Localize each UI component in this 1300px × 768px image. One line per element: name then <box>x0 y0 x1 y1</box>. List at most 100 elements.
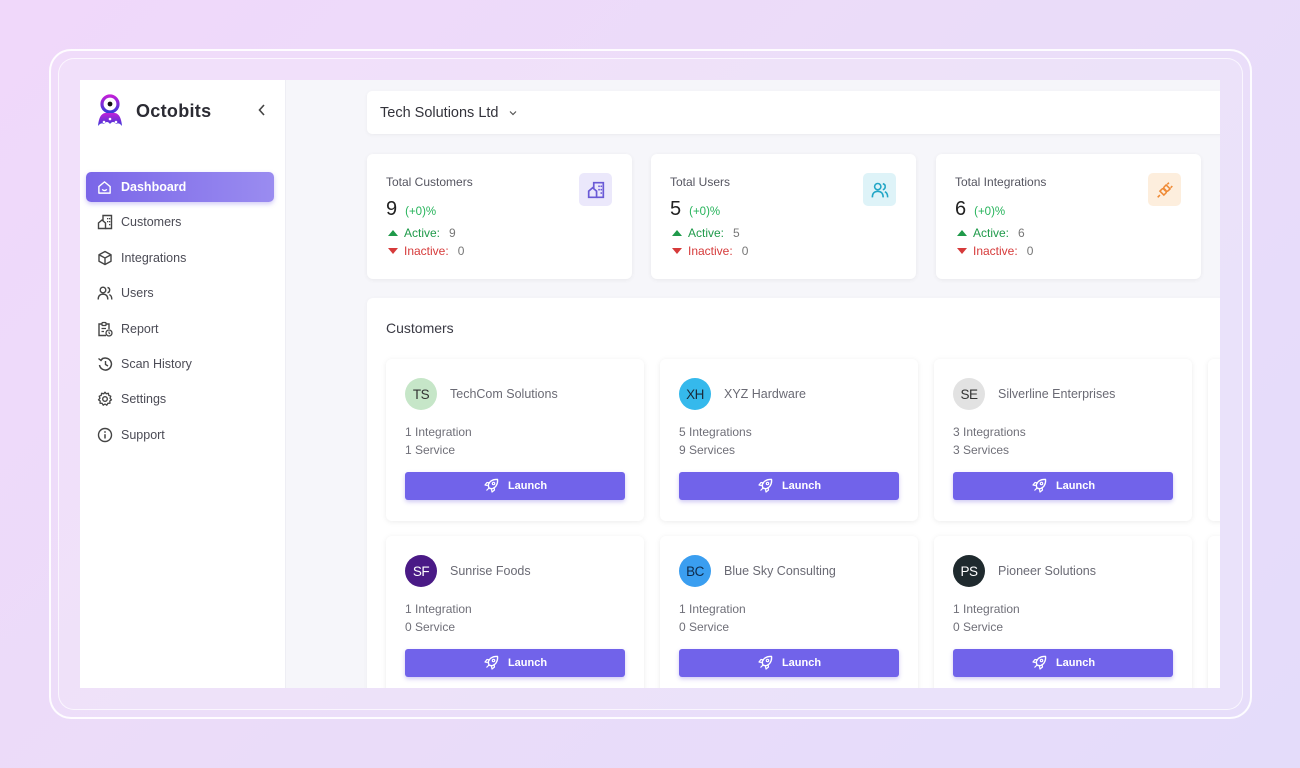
history-icon <box>96 355 113 372</box>
launch-label: Launch <box>507 657 548 669</box>
sidebar-item-scan-history[interactable]: Scan History <box>86 349 274 379</box>
launch-button[interactable]: Launch <box>953 472 1173 500</box>
home-icon <box>96 179 113 196</box>
sidebar-item-integrations[interactable]: Integrations <box>86 243 274 273</box>
service-count: 9 Services <box>679 443 736 457</box>
collapse-sidebar-button[interactable] <box>254 100 270 120</box>
active-label: Active: <box>404 226 441 240</box>
integration-count: 3 Integrations <box>953 425 1026 439</box>
triangle-down-icon <box>388 248 398 254</box>
inactive-label: Inactive: <box>973 244 1018 258</box>
inactive-count: 0 <box>457 244 465 258</box>
service-count: 0 Service <box>405 620 456 634</box>
integration-count: 1 Integration <box>405 602 472 616</box>
launch-label: Launch <box>1055 657 1096 669</box>
report-icon <box>96 320 113 337</box>
rocket-icon <box>484 478 499 493</box>
gear-icon <box>96 391 113 408</box>
launch-button[interactable]: Launch <box>953 649 1173 677</box>
organization-selector[interactable]: Tech Solutions Ltd <box>367 91 1220 134</box>
triangle-up-icon <box>388 230 398 236</box>
rocket-icon <box>484 655 499 670</box>
customer-card: SE Silverline Enterprises 3 Integrations 3 … <box>934 359 1192 521</box>
inactive-count: 0 <box>1026 244 1034 258</box>
launch-label: Launch <box>1055 480 1096 492</box>
active-label: Active: <box>688 226 725 240</box>
app-window: Octobits Dashboard Customers Integration… <box>80 80 1220 688</box>
stat-title: Total Customers <box>386 175 473 189</box>
sidebar-item-label: Users <box>121 286 154 301</box>
launch-button[interactable]: Launch <box>679 472 899 500</box>
users-icon <box>96 285 113 302</box>
launch-label: Launch <box>507 480 548 492</box>
integration-count: 1 Integration <box>679 602 746 616</box>
stat-title: Total Users <box>670 175 731 189</box>
inactive-count: 0 <box>741 244 749 258</box>
avatar: SF <box>405 555 437 587</box>
sidebar-item-customers[interactable]: Customers <box>86 207 274 237</box>
stat-card-total-users: Total Users 5 (+0)% Active: 5 Inactive: 0 <box>651 154 916 279</box>
sidebar-item-label: Settings <box>121 392 167 407</box>
customer-card: PS Pioneer Solutions 1 Integration 0 Servic… <box>934 536 1192 688</box>
cube-icon <box>96 249 113 266</box>
building-icon <box>579 173 612 206</box>
launch-label: Launch <box>781 657 822 669</box>
inactive-label: Inactive: <box>688 244 733 258</box>
customer-name[interactable]: Pioneer Solutions <box>998 564 1096 578</box>
sidebar: Octobits Dashboard Customers Integration… <box>80 80 285 688</box>
sidebar-item-support[interactable]: Support <box>86 420 274 450</box>
customer-name[interactable]: Silverline Enterprises <box>998 387 1115 401</box>
sidebar-item-label: Scan History <box>121 356 192 371</box>
customer-card: TS TechCom Solutions 1 Integration 1 Servic… <box>386 359 644 521</box>
customer-name[interactable]: Blue Sky Consulting <box>724 564 836 578</box>
stat-value: 6 <box>955 198 967 220</box>
service-count: 3 Services <box>953 443 1010 457</box>
service-count: 0 Service <box>679 620 730 634</box>
panel-title: Customers <box>386 320 454 336</box>
launch-button[interactable]: Launch <box>405 649 625 677</box>
active-label: Active: <box>973 226 1010 240</box>
octobits-logo-icon <box>98 94 122 126</box>
active-count: 9 <box>449 226 456 240</box>
stat-change: (+0)% <box>689 206 721 218</box>
brand-name: Octobits <box>136 100 212 121</box>
sidebar-item-settings[interactable]: Settings <box>86 384 274 414</box>
rocket-icon <box>758 655 773 670</box>
integration-count: 5 Integrations <box>679 425 752 439</box>
rocket-icon <box>758 478 773 493</box>
sidebar-nav: Dashboard Customers Integrations Users R… <box>86 172 274 455</box>
avatar: TS <box>405 378 437 410</box>
service-count: 1 Service <box>405 443 456 457</box>
stat-card-total-customers: Total Customers 9 (+0)% Active: 9 Inactiv… <box>367 154 632 279</box>
launch-button[interactable]: Launch <box>405 472 625 500</box>
brand[interactable]: Octobits <box>95 94 211 128</box>
avatar: BC <box>679 555 711 587</box>
stat-card-total-integrations: Total Integrations 6 (+0)% Active: 6 Inac… <box>936 154 1201 279</box>
launch-button[interactable]: Launch <box>679 649 899 677</box>
customer-name[interactable]: Sunrise Foods <box>450 564 531 578</box>
launch-label: Launch <box>781 480 822 492</box>
sidebar-item-report[interactable]: Report <box>86 314 274 344</box>
customer-card-peek <box>1208 536 1220 688</box>
chevron-down-icon <box>509 108 517 119</box>
customer-name[interactable]: TechCom Solutions <box>450 387 558 401</box>
sidebar-item-label: Support <box>121 427 165 442</box>
stat-value: 5 <box>670 198 682 220</box>
building-icon <box>96 214 113 231</box>
customer-card: BC Blue Sky Consulting 1 Integration 0 Serv… <box>660 536 918 688</box>
stat-value: 9 <box>386 198 398 220</box>
customer-name[interactable]: XYZ Hardware <box>724 387 806 401</box>
sidebar-item-dashboard[interactable]: Dashboard <box>86 172 274 202</box>
avatar: SE <box>953 378 985 410</box>
main-content: Tech Solutions Ltd Total Customers 9 (+0… <box>285 80 1220 688</box>
avatar: PS <box>953 555 985 587</box>
customer-card-peek <box>1208 359 1220 521</box>
integration-count: 1 Integration <box>953 602 1020 616</box>
users-icon <box>863 173 896 206</box>
customer-card: SF Sunrise Foods 1 Integration 0 Service Lau… <box>386 536 644 688</box>
inactive-label: Inactive: <box>404 244 449 258</box>
sidebar-item-users[interactable]: Users <box>86 278 274 308</box>
active-count: 5 <box>733 226 740 240</box>
active-count: 6 <box>1018 226 1025 240</box>
triangle-down-icon <box>957 248 967 254</box>
